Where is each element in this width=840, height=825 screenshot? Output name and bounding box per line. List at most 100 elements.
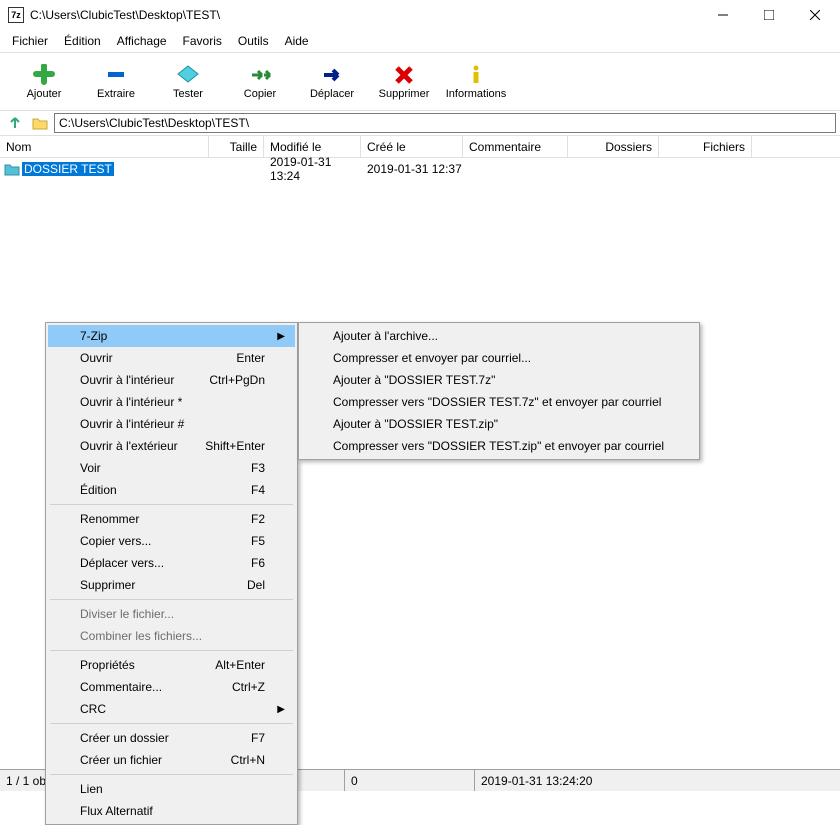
- column-headers: Nom Taille Modifié le Créé le Commentair…: [0, 136, 840, 158]
- separator: [50, 650, 293, 651]
- sub-compress-zip-mail[interactable]: Compresser vers "DOSSIER TEST.zip" et en…: [301, 435, 697, 457]
- ctx-link[interactable]: Lien: [48, 778, 295, 800]
- ctx-split: Diviser le fichier...: [48, 603, 295, 625]
- ctx-copy-to-label: Copier vers...: [80, 534, 251, 548]
- move-button[interactable]: Déplacer: [296, 54, 368, 110]
- sub-add-7z[interactable]: Ajouter à "DOSSIER TEST.7z": [301, 369, 697, 391]
- sub-add-zip[interactable]: Ajouter à "DOSSIER TEST.zip": [301, 413, 697, 435]
- ctx-rename[interactable]: Renommer F2: [48, 508, 295, 530]
- up-button[interactable]: [4, 113, 26, 133]
- delete-button[interactable]: Supprimer: [368, 54, 440, 110]
- extract-button[interactable]: Extraire: [80, 54, 152, 110]
- sub-compress-mail-label: Compresser et envoyer par courriel...: [333, 351, 667, 365]
- pathbar: [0, 110, 840, 136]
- path-input[interactable]: [54, 113, 836, 133]
- close-button[interactable]: [792, 0, 838, 30]
- minimize-icon: [718, 10, 728, 20]
- ctx-move-to-shortcut: F6: [251, 556, 265, 570]
- ctx-open-inside-hash[interactable]: Ouvrir à l'intérieur #: [48, 413, 295, 435]
- column-modifie[interactable]: Modifié le: [264, 136, 361, 157]
- menu-edition[interactable]: Édition: [56, 32, 109, 50]
- ctx-open-inside-star[interactable]: Ouvrir à l'intérieur *: [48, 391, 295, 413]
- column-dossiers[interactable]: Dossiers: [568, 136, 659, 157]
- menu-outils[interactable]: Outils: [230, 32, 277, 50]
- sub-compress-zip-mail-label: Compresser vers "DOSSIER TEST.zip" et en…: [333, 439, 667, 453]
- column-cree[interactable]: Créé le: [361, 136, 463, 157]
- minimize-button[interactable]: [700, 0, 746, 30]
- move-icon: [318, 64, 346, 86]
- menu-affichage[interactable]: Affichage: [109, 32, 175, 50]
- sub-compress-7z-mail[interactable]: Compresser vers "DOSSIER TEST.7z" et env…: [301, 391, 697, 413]
- column-taille[interactable]: Taille: [209, 136, 264, 157]
- ctx-delete[interactable]: Supprimer Del: [48, 574, 295, 596]
- ctx-alt-stream[interactable]: Flux Alternatif: [48, 800, 295, 822]
- ctx-delete-label: Supprimer: [80, 578, 247, 592]
- status-val2: 0: [345, 770, 475, 791]
- maximize-button[interactable]: [746, 0, 792, 30]
- menubar: Fichier Édition Affichage Favoris Outils…: [0, 30, 840, 52]
- add-button[interactable]: Ajouter: [8, 54, 80, 110]
- up-icon: [7, 115, 23, 131]
- copy-label: Copier: [244, 88, 276, 100]
- ctx-create-folder-shortcut: F7: [251, 731, 265, 745]
- submenu-arrow-icon: ▶: [277, 331, 285, 342]
- ctx-open-label: Ouvrir: [80, 351, 236, 365]
- ctx-open[interactable]: Ouvrir Enter: [48, 347, 295, 369]
- ctx-link-label: Lien: [80, 782, 265, 796]
- ctx-open-inside-star-label: Ouvrir à l'intérieur *: [80, 395, 265, 409]
- info-label: Informations: [446, 88, 507, 100]
- test-label: Tester: [173, 88, 203, 100]
- folder-icon: [4, 162, 20, 176]
- ctx-crc[interactable]: CRC ▶: [48, 698, 295, 720]
- ctx-7zip-label: 7-Zip: [80, 329, 265, 343]
- toolbar: Ajouter Extraire Tester Copier Déplacer …: [0, 52, 840, 110]
- file-row[interactable]: DOSSIER TEST 2019-01-31 13:24 2019-01-31…: [0, 160, 840, 178]
- separator: [50, 723, 293, 724]
- column-commentaire[interactable]: Commentaire: [463, 136, 568, 157]
- ctx-comment[interactable]: Commentaire... Ctrl+Z: [48, 676, 295, 698]
- test-button[interactable]: Tester: [152, 54, 224, 110]
- close-icon: [810, 10, 820, 20]
- ctx-comment-shortcut: Ctrl+Z: [232, 680, 265, 694]
- ctx-view-label: Voir: [80, 461, 251, 475]
- separator: [50, 774, 293, 775]
- file-list[interactable]: DOSSIER TEST 2019-01-31 13:24 2019-01-31…: [0, 158, 840, 769]
- file-created: 2019-01-31 12:37: [361, 162, 463, 176]
- info-button[interactable]: Informations: [440, 54, 512, 110]
- copy-button[interactable]: Copier: [224, 54, 296, 110]
- ctx-properties[interactable]: Propriétés Alt+Enter: [48, 654, 295, 676]
- column-nom[interactable]: Nom: [0, 136, 209, 157]
- ctx-move-to-label: Déplacer vers...: [80, 556, 251, 570]
- ctx-open-inside[interactable]: Ouvrir à l'intérieur Ctrl+PgDn: [48, 369, 295, 391]
- ctx-move-to[interactable]: Déplacer vers... F6: [48, 552, 295, 574]
- ctx-view[interactable]: Voir F3: [48, 457, 295, 479]
- maximize-icon: [764, 10, 774, 20]
- menu-favoris[interactable]: Favoris: [175, 32, 230, 50]
- ctx-create-folder[interactable]: Créer un dossier F7: [48, 727, 295, 749]
- sub-add-archive-label: Ajouter à l'archive...: [333, 329, 667, 343]
- titlebar: 7z C:\Users\ClubicTest\Desktop\TEST\: [0, 0, 840, 30]
- ctx-create-file-label: Créer un fichier: [80, 753, 231, 767]
- ctx-7zip[interactable]: 7-Zip ▶: [48, 325, 295, 347]
- folder-icon: [30, 113, 50, 133]
- file-name: DOSSIER TEST: [22, 162, 114, 176]
- ctx-view-shortcut: F3: [251, 461, 265, 475]
- ctx-alt-stream-label: Flux Alternatif: [80, 804, 265, 818]
- delete-icon: [390, 64, 418, 86]
- ctx-copy-to-shortcut: F5: [251, 534, 265, 548]
- ctx-copy-to[interactable]: Copier vers... F5: [48, 530, 295, 552]
- menu-aide[interactable]: Aide: [277, 32, 317, 50]
- ctx-create-file[interactable]: Créer un fichier Ctrl+N: [48, 749, 295, 771]
- ctx-edit[interactable]: Édition F4: [48, 479, 295, 501]
- window-title: C:\Users\ClubicTest\Desktop\TEST\: [30, 8, 700, 22]
- sub-compress-mail[interactable]: Compresser et envoyer par courriel...: [301, 347, 697, 369]
- add-icon: [30, 64, 58, 86]
- ctx-properties-label: Propriétés: [80, 658, 215, 672]
- ctx-open-inside-shortcut: Ctrl+PgDn: [209, 373, 265, 387]
- ctx-open-outside[interactable]: Ouvrir à l'extérieur Shift+Enter: [48, 435, 295, 457]
- sub-add-archive[interactable]: Ajouter à l'archive...: [301, 325, 697, 347]
- context-menu: 7-Zip ▶ Ouvrir Enter Ouvrir à l'intérieu…: [45, 322, 298, 825]
- column-fichiers[interactable]: Fichiers: [659, 136, 752, 157]
- ctx-rename-shortcut: F2: [251, 512, 265, 526]
- menu-fichier[interactable]: Fichier: [4, 32, 56, 50]
